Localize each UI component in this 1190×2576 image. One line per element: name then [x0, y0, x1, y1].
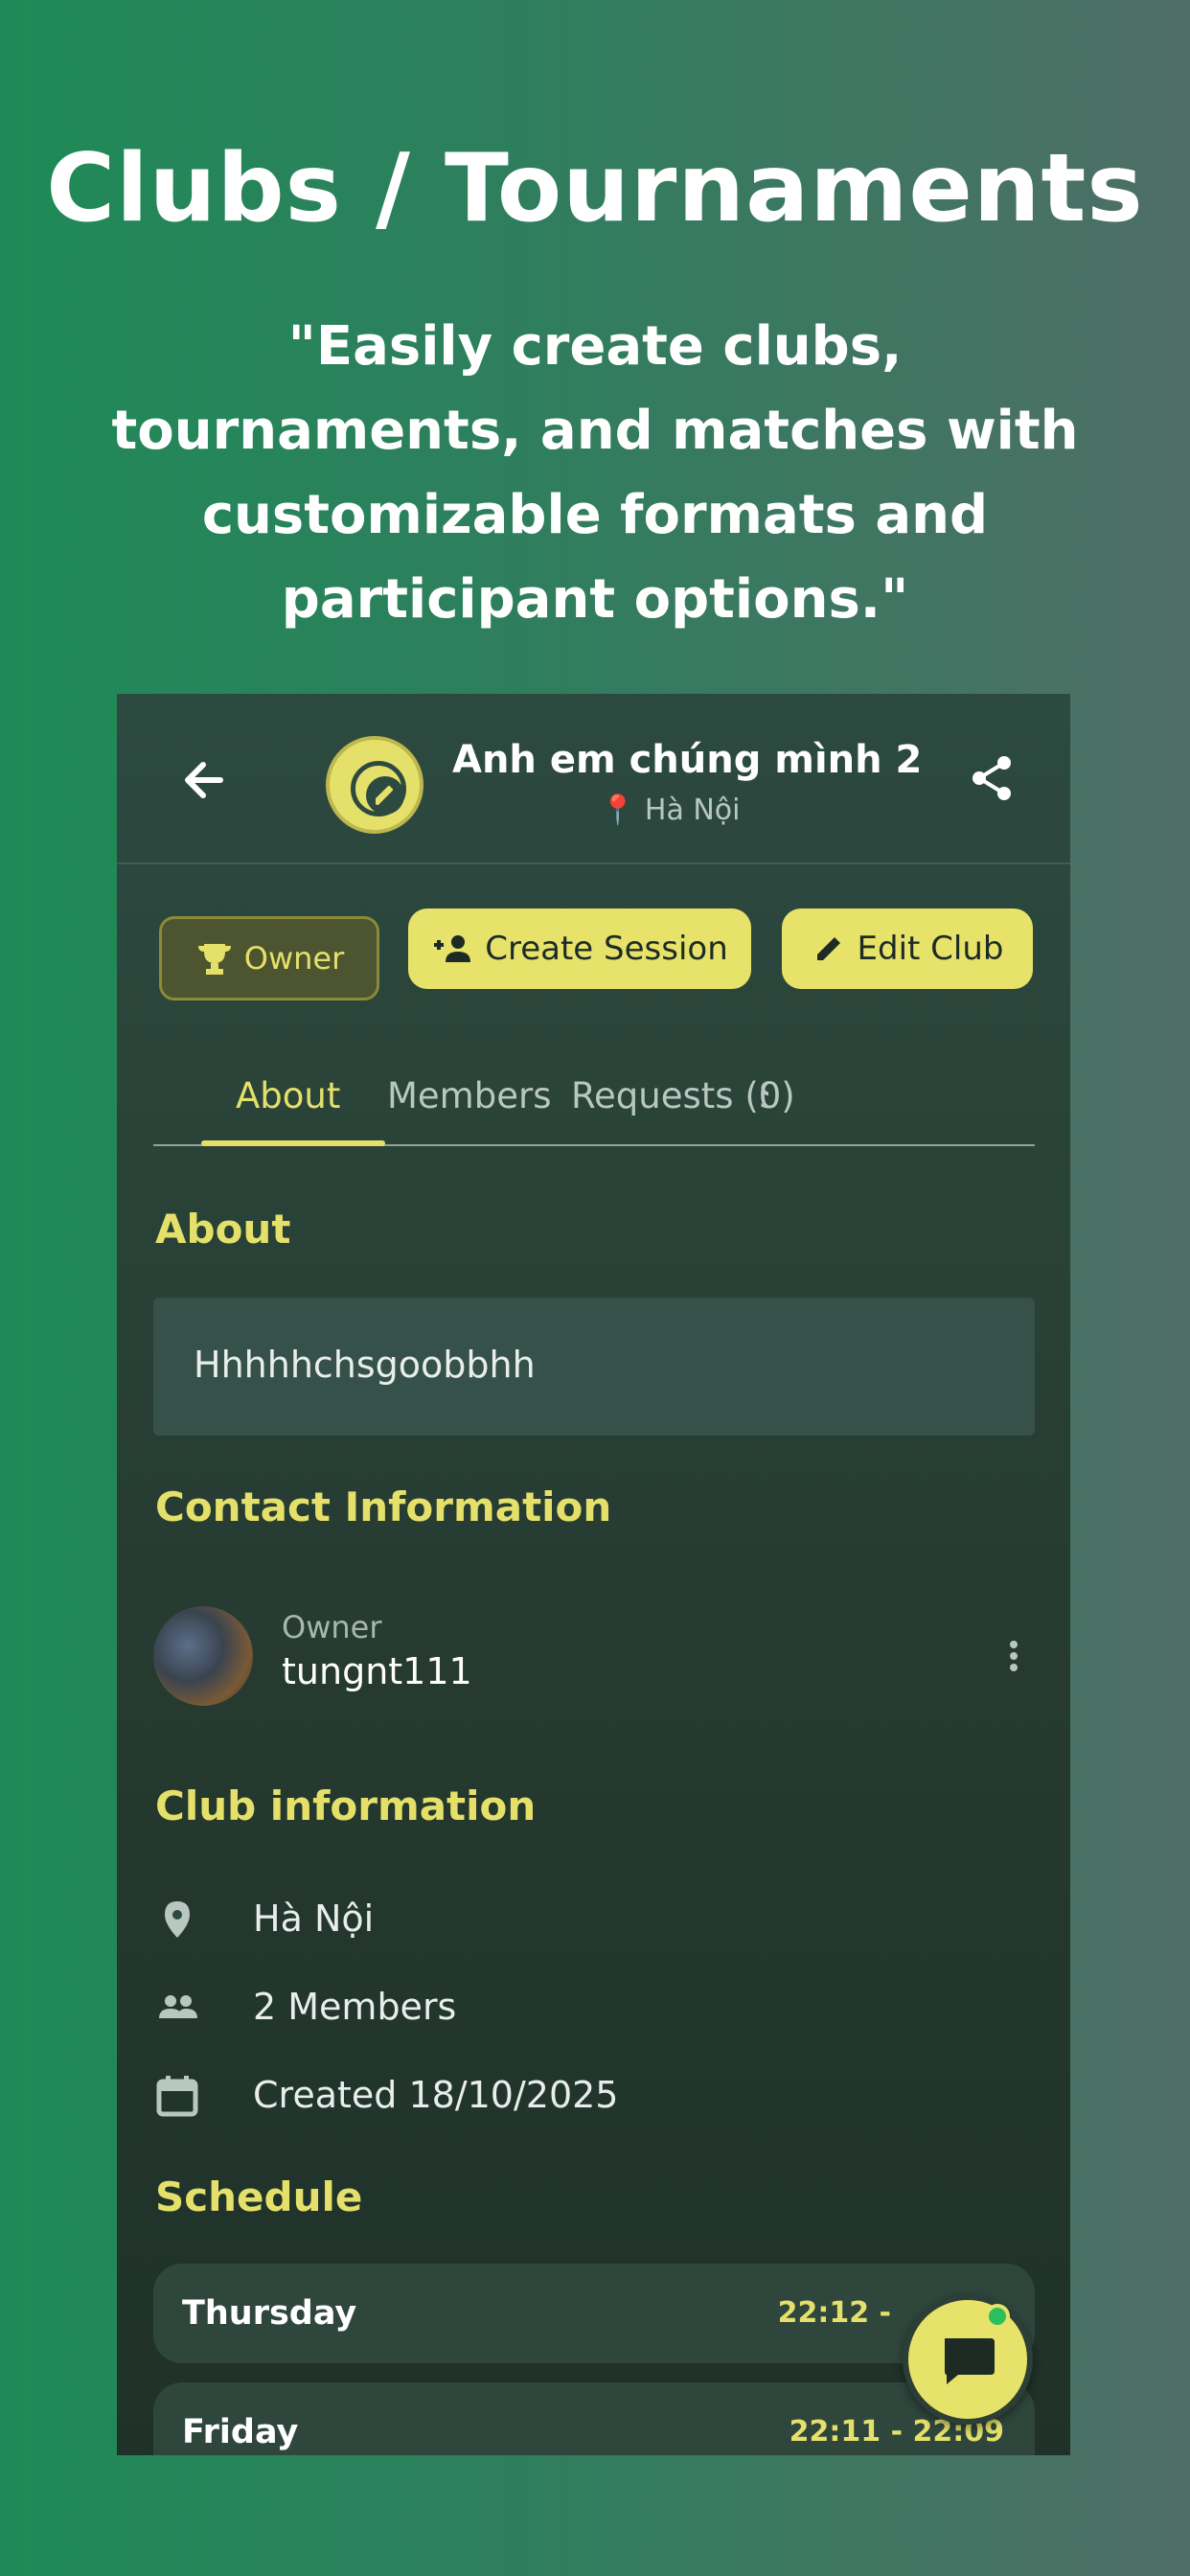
app-header: Anh em chúng mình 2 📍 Hà Nội — [117, 694, 1070, 864]
about-text: Hhhhhchsgoobbhh — [194, 1344, 536, 1386]
club-name: Anh em chúng mình 2 — [452, 738, 923, 782]
edit-club-button[interactable]: Edit Club — [782, 908, 1033, 989]
contact-title: Contact Information — [155, 1484, 612, 1530]
schedule-day: Friday — [182, 2413, 299, 2451]
about-title: About — [155, 1206, 291, 1253]
arrow-left-icon — [185, 762, 223, 798]
tab-members[interactable]: Members — [387, 1075, 551, 1116]
chat-fab-button[interactable] — [903, 2294, 1033, 2425]
promo-subtitle: "Easily create clubs, tournaments, and m… — [111, 315, 1079, 631]
schedule-day: Thursday — [182, 2294, 357, 2333]
share-icon — [973, 756, 1011, 800]
info-location: Hà Nội — [253, 1898, 375, 1940]
contact-role: Owner — [282, 1609, 382, 1645]
schedule-row[interactable]: Friday 22:11 - 22:09 — [153, 2382, 1035, 2455]
schedule-title: Schedule — [155, 2174, 363, 2220]
trophy-icon — [197, 944, 231, 975]
info-members: 2 Members — [253, 1986, 457, 2028]
share-button[interactable] — [966, 751, 1019, 805]
tab-bar: About Members Requests (0) S — [153, 1058, 1035, 1146]
avatar[interactable] — [153, 1606, 253, 1706]
kebab-menu-icon — [1010, 1641, 1018, 1671]
promo-title: Clubs / Tournaments — [46, 134, 1144, 243]
pencil-icon — [816, 937, 840, 960]
create-session-label: Create Session — [485, 930, 728, 968]
create-session-button[interactable]: Create Session — [408, 908, 751, 989]
phone-screen: Anh em chúng mình 2 📍 Hà Nội Owner Creat… — [117, 694, 1070, 2455]
club-location: 📍 Hà Nội — [600, 794, 741, 827]
owner-chip-label: Owner — [243, 940, 345, 977]
add-person-icon — [434, 935, 471, 962]
tab-indicator — [201, 1140, 385, 1146]
back-button[interactable] — [174, 751, 241, 809]
more-options-button[interactable] — [1006, 1637, 1021, 1675]
calendar-icon — [156, 2076, 198, 2117]
location-pin-icon — [165, 1901, 190, 1938]
info-created: Created 18/10/2025 — [253, 2074, 619, 2116]
info-location-row: Hà Nội — [153, 1890, 1016, 1947]
tab-overflow[interactable]: S — [759, 1075, 768, 1116]
contact-name: tungnt111 — [282, 1650, 472, 1692]
tab-about[interactable]: About — [236, 1075, 340, 1116]
owner-chip: Owner — [159, 916, 379, 1000]
group-icon — [159, 1995, 197, 2018]
info-created-row: Created 18/10/2025 — [153, 2066, 1016, 2124]
edit-icon — [376, 786, 393, 805]
edit-club-label: Edit Club — [857, 930, 1004, 968]
club-info-title: Club information — [155, 1782, 537, 1829]
info-members-row: 2 Members — [153, 1978, 1016, 2036]
online-status-dot — [985, 2304, 1010, 2329]
schedule-time: 22:12 - — [777, 2296, 891, 2330]
club-logo[interactable] — [326, 736, 423, 834]
about-box: Hhhhhchsgoobbhh — [153, 1298, 1035, 1436]
